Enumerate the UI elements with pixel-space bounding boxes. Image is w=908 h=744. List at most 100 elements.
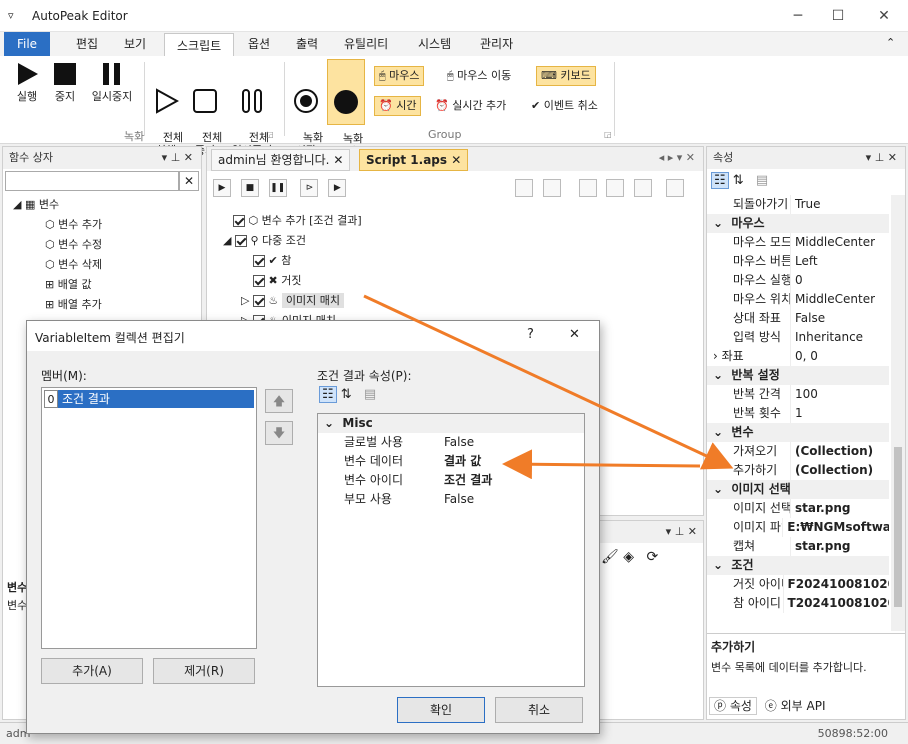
record-stop-button[interactable]: 녹화 중지 <box>327 59 365 158</box>
help-icon[interactable]: ? <box>527 327 534 342</box>
sort-az-icon[interactable]: ⇅ <box>733 173 744 188</box>
prop-row[interactable]: 반복 횟수 1 <box>707 404 889 423</box>
prop-row[interactable]: 추가하기 (Collection) <box>707 461 889 480</box>
prop-row[interactable]: 마우스 모드 MiddleCenter <box>707 233 889 252</box>
tab-properties[interactable]: ⓟ 속성 <box>709 697 757 715</box>
sort-az-icon[interactable]: ⇅ <box>341 387 352 402</box>
item-prop-row[interactable]: 부모 사용 False <box>318 490 584 509</box>
prop-row[interactable]: 상대 좌표 False <box>707 309 889 328</box>
prop-row[interactable]: 참 아이디T2024100810203 <box>707 594 889 613</box>
prop-scrollbar[interactable] <box>891 195 905 631</box>
menu-output[interactable]: 출력 <box>284 32 330 56</box>
prop-row[interactable]: 가져오기 (Collection) <box>707 442 889 461</box>
menu-options[interactable]: 옵션 <box>236 32 282 56</box>
clear-search-icon[interactable]: ✕ <box>179 171 199 191</box>
remove-button[interactable]: 제거(R) <box>153 658 255 684</box>
prop-row[interactable]: 마우스 실행 0 <box>707 271 889 290</box>
expand-icon[interactable] <box>606 179 625 197</box>
tab-close-icon[interactable]: ✕ <box>451 153 461 167</box>
prop-category[interactable]: ⌄ 변수 <box>707 423 889 442</box>
item-prop-row[interactable]: 글로벌 사용 False <box>318 433 584 452</box>
prop-row[interactable]: 캡쳐 star.png <box>707 537 889 556</box>
misc-category[interactable]: ⌄ Misc <box>318 414 584 433</box>
step-into-icon[interactable]: ▶ <box>328 179 347 197</box>
prop-row[interactable]: 이미지 선택 star.png <box>707 499 889 518</box>
menu-system[interactable]: 시스템 <box>406 32 463 56</box>
item-prop-row[interactable]: 변수 아이디 조건 결과 <box>318 471 584 490</box>
prop-row[interactable]: 이미지 파일E:₩NGMsoftware <box>707 518 889 537</box>
panel-pin-close-icon[interactable]: ▾ ⊥ ✕ <box>162 147 193 169</box>
tab-welcome[interactable]: admin님 환영합니다. ✕ <box>211 149 351 171</box>
disabled-x-icon[interactable] <box>515 179 533 197</box>
keyboard-chip[interactable]: ⌨ 키보드 <box>536 66 596 86</box>
close-icon[interactable]: ✕ <box>874 6 894 26</box>
panel-pin-close-icon[interactable]: ▾ ⊥ ✕ <box>866 147 897 169</box>
run-button[interactable]: 실행 <box>10 62 44 103</box>
func-item[interactable]: ⬡ 변수 삭제 <box>13 255 102 275</box>
pause-small-icon[interactable]: ❚❚ <box>268 179 287 197</box>
member-item[interactable]: 0 조건 결과 <box>44 390 254 408</box>
step-icon[interactable]: ⊳ <box>300 179 319 197</box>
menu-admin[interactable]: 관리자 <box>468 32 525 56</box>
prop-row[interactable]: 마우스 버튼 Left <box>707 252 889 271</box>
prop-row[interactable]: 되돌아가기 True <box>707 195 889 214</box>
time-chip[interactable]: ⏰ 시간 <box>374 96 422 116</box>
ok-button[interactable]: 확인 <box>397 697 485 723</box>
item-prop-row[interactable]: 변수 데이터 결과 값 <box>318 452 584 471</box>
prop-row[interactable]: 입력 방식 Inheritance <box>707 328 889 347</box>
script-node[interactable]: ◢ ⚲ 다중 조건 <box>223 231 362 251</box>
func-item[interactable]: ⊞ 배열 추가 <box>13 295 102 315</box>
prop-category[interactable]: ⌄ 조건 <box>707 556 889 575</box>
stop-small-icon[interactable]: ■ <box>240 179 259 197</box>
app-menu-icon[interactable]: ▿ <box>8 9 14 22</box>
func-item[interactable]: ⬡ 변수 수정 <box>13 235 102 255</box>
tool-icons[interactable]: 🖌 ◈ ⟳ <box>601 549 658 565</box>
script-node[interactable]: ✖ 거짓 <box>223 271 362 291</box>
prop-category[interactable]: ⌄ 반복 설정 <box>707 366 889 385</box>
mouse-move-chip[interactable]: 🖱 마우스 이동 <box>442 66 516 86</box>
script-node[interactable]: ▷ ♨ 이미지 매치 <box>223 291 362 311</box>
prop-row[interactable]: 거짓 아이디F2024100810203 <box>707 575 889 594</box>
tab-external-api[interactable]: ⓔ 외부 API <box>761 698 830 714</box>
property-pages-icon[interactable]: ▤ <box>364 387 376 402</box>
categorized-icon[interactable]: ☷ <box>711 172 729 189</box>
menu-view[interactable]: 보기 <box>112 32 158 56</box>
event-cancel-chip[interactable]: ✔ 이벤트 취소 <box>526 96 603 116</box>
clock-icon[interactable] <box>578 179 597 197</box>
move-up-button[interactable]: 🡅 <box>265 389 293 413</box>
prop-category[interactable]: ⌄ 마우스 <box>707 214 889 233</box>
tree-node-variables[interactable]: ◢ ▦ 변수 <box>13 195 102 215</box>
collapse-icon[interactable] <box>634 179 653 197</box>
menu-file[interactable]: File <box>4 32 50 56</box>
script-node[interactable]: ✔ 참 <box>223 251 362 271</box>
maximize-icon[interactable]: ☐ <box>828 6 848 26</box>
prop-row[interactable]: 반복 간격 100 <box>707 385 889 404</box>
collapse-ribbon-icon[interactable]: ⌃ <box>886 36 895 49</box>
menu-script[interactable]: 스크립트 <box>164 33 235 56</box>
add-button[interactable]: 추가(A) <box>41 658 143 684</box>
minimize-icon[interactable]: ─ <box>788 6 808 26</box>
move-down-button[interactable]: 🡇 <box>265 421 293 445</box>
function-search-input[interactable] <box>5 171 179 191</box>
realtime-add-chip[interactable]: ⏰ 실시간 추가 <box>430 96 511 116</box>
prop-row[interactable]: 마우스 위치 MiddleCenter <box>707 290 889 309</box>
dialog-close-icon[interactable]: ✕ <box>569 327 580 342</box>
property-pages-icon[interactable]: ▤ <box>756 173 768 188</box>
pause-button[interactable]: 일시중지 <box>86 62 138 103</box>
script-node[interactable]: ⬡ 변수 추가 [조건 결과] <box>223 211 362 231</box>
prop-category[interactable]: ⌄ 이미지 선택 <box>707 480 889 499</box>
mouse-chip[interactable]: 🖱 마우스 <box>374 66 425 86</box>
menu-utility[interactable]: 유틸리티 <box>332 32 400 56</box>
group2-launcher-icon[interactable]: ◲ <box>604 130 612 139</box>
func-item[interactable]: ⊞ 배열 값 <box>13 275 102 295</box>
cancel-button[interactable]: 취소 <box>495 697 583 723</box>
tab-nav-icons[interactable]: ◂ ▸ ▾ ✕ <box>659 151 695 164</box>
func-item[interactable]: ⬡ 변수 추가 <box>13 215 102 235</box>
disabled-x2-icon[interactable] <box>542 179 561 197</box>
group-launcher-icon[interactable]: ◲ <box>266 130 274 139</box>
stop-button[interactable]: 중지 <box>48 62 82 103</box>
tab-script[interactable]: Script 1.aps ✕ <box>359 149 469 171</box>
delete-icon[interactable] <box>666 179 685 197</box>
play-small-icon[interactable]: ▶ <box>213 179 231 197</box>
menu-edit[interactable]: 편집 <box>64 32 110 56</box>
